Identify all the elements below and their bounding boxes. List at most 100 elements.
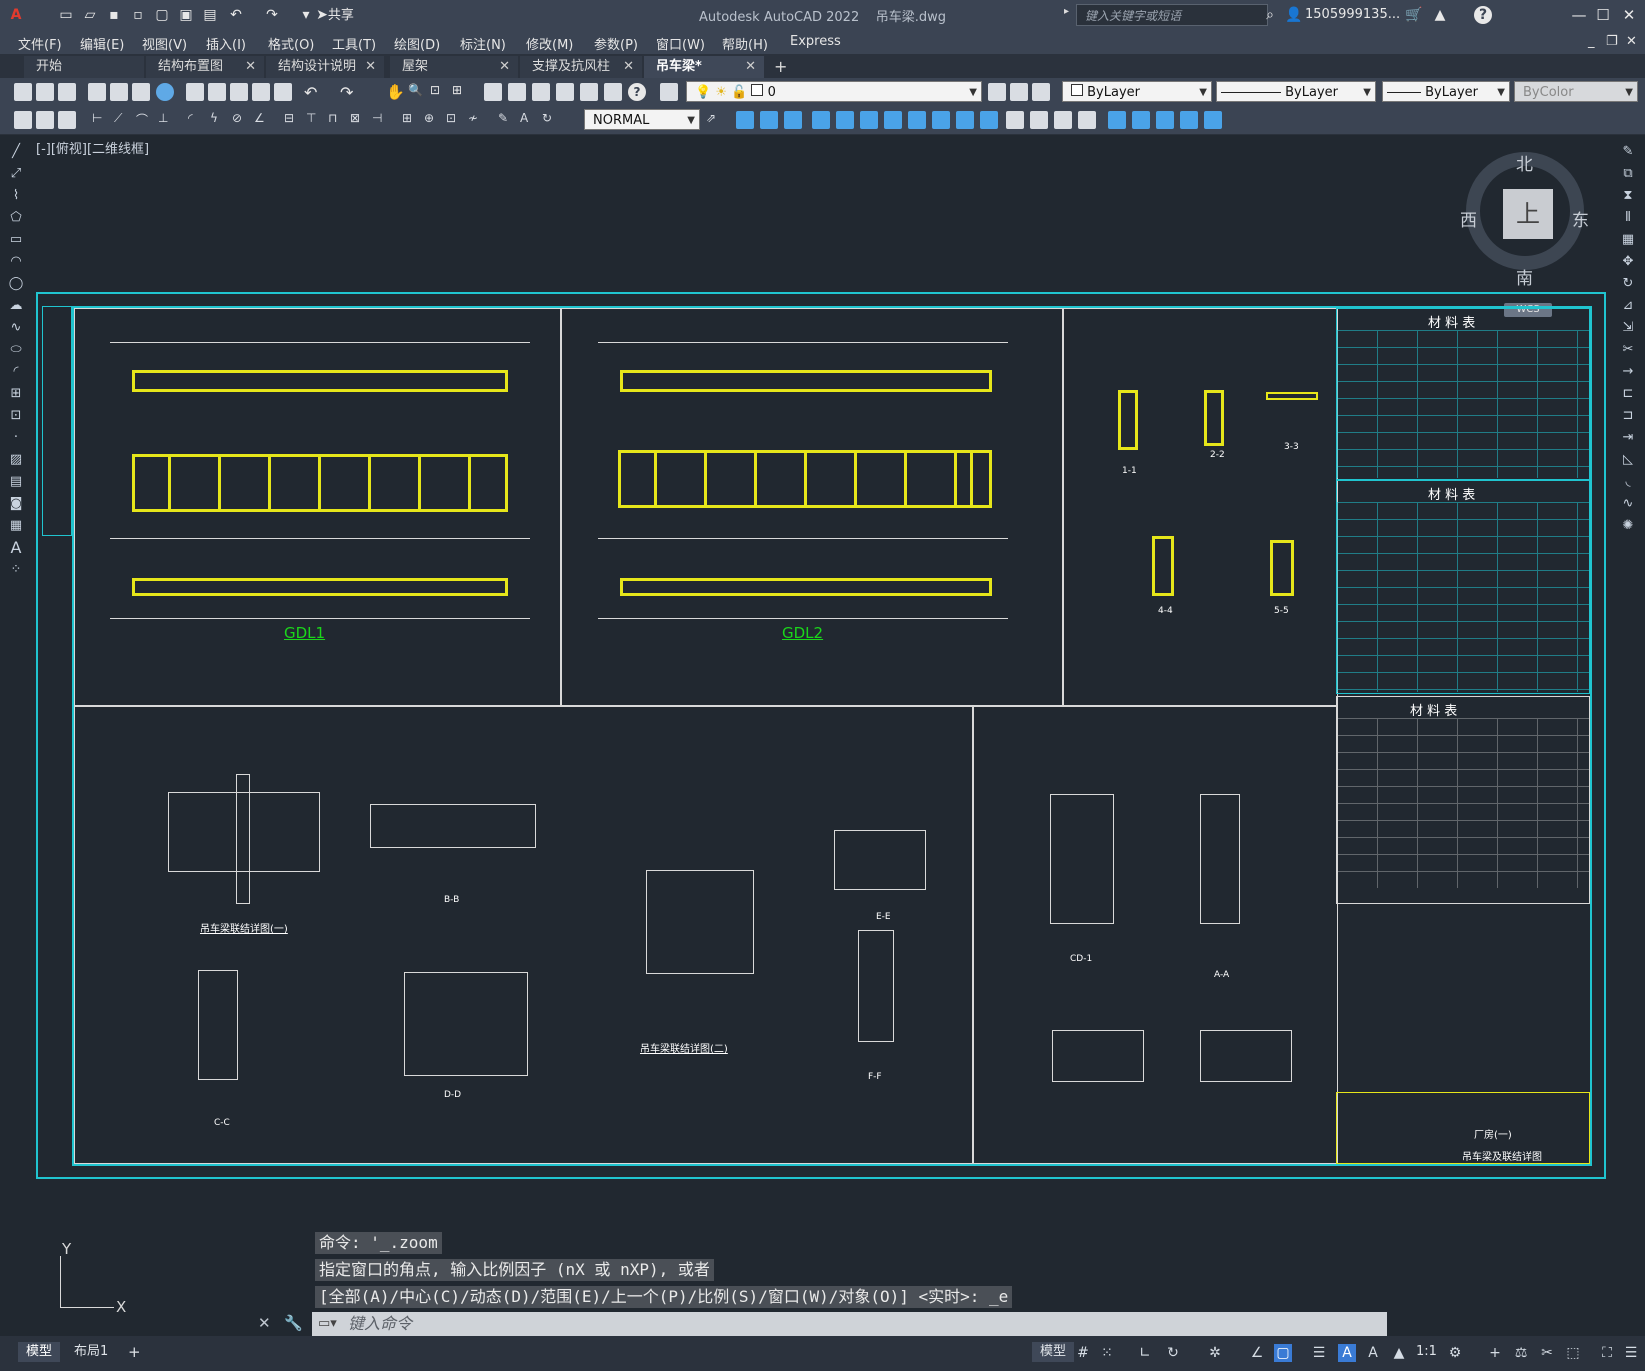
insert-block-icon[interactable]: ⊞ <box>8 386 24 402</box>
pan-icon[interactable]: ✋ <box>386 83 405 101</box>
mtext-icon[interactable]: A <box>8 540 24 556</box>
make-current-icon[interactable] <box>988 83 1006 101</box>
doc-minimize-icon[interactable]: _ <box>1588 34 1595 49</box>
tab-roof-truss[interactable]: 屋架 ✕ <box>390 56 518 78</box>
lineweight-dropdown[interactable]: ByLayer ▼ <box>1382 81 1510 102</box>
free-orbit-icon[interactable] <box>1132 111 1150 129</box>
annotation-scale-icon[interactable]: ▲ <box>1390 1344 1408 1362</box>
lineweight-icon[interactable]: ☰ <box>1310 1344 1328 1362</box>
tool-palettes-icon[interactable] <box>532 83 550 101</box>
blend-icon[interactable]: ∿ <box>1620 496 1636 512</box>
ellipse-icon[interactable]: ⬭ <box>8 342 24 358</box>
realistic-icon[interactable] <box>1078 111 1096 129</box>
ucs-face-icon[interactable] <box>884 111 902 129</box>
ortho-icon[interactable]: ∟ <box>1136 1344 1154 1362</box>
chamfer-icon[interactable]: ◺ <box>1620 452 1636 468</box>
ucs-view-icon[interactable] <box>908 111 926 129</box>
help-icon[interactable]: ? <box>628 83 646 101</box>
dim-space-icon[interactable]: ⊠ <box>350 111 368 129</box>
compass-east[interactable]: 东 <box>1572 206 1589 231</box>
doc-restore-icon[interactable]: ❐ <box>1606 34 1618 49</box>
view-3d-icon[interactable] <box>736 111 754 129</box>
view-front-icon[interactable] <box>784 111 802 129</box>
circle-icon[interactable]: ◯ <box>8 276 24 292</box>
close-tab-icon[interactable]: ✕ <box>245 56 256 78</box>
menu-parametric[interactable]: 参数(P) <box>594 34 638 53</box>
text-style-icon[interactable] <box>14 111 32 129</box>
spline-icon[interactable]: ∿ <box>8 320 24 336</box>
grid-icon[interactable]: # <box>1074 1344 1092 1362</box>
dim-baseline-icon[interactable]: ⊤ <box>306 111 324 129</box>
layer-state-icon[interactable] <box>1032 83 1050 101</box>
snap-icon[interactable]: ⁙ <box>1098 1344 1116 1362</box>
color-dropdown[interactable]: ByLayer ▼ <box>1062 81 1212 102</box>
dim-style-manager-icon[interactable]: ⇗ <box>706 111 724 129</box>
close-tab-icon[interactable]: ✕ <box>623 56 634 78</box>
make-block-icon[interactable]: ⊡ <box>8 408 24 424</box>
scale-dropdown[interactable]: 1:1 <box>1408 1342 1445 1362</box>
explode-icon[interactable]: ✺ <box>1620 518 1636 534</box>
polygon-icon[interactable]: ⬠ <box>8 210 24 226</box>
dimstyle-dropdown[interactable]: NORMAL ▼ <box>584 109 700 130</box>
zoom-window-icon[interactable]: ⊡ <box>430 83 448 101</box>
compass-south[interactable]: 南 <box>1516 264 1533 289</box>
construction-line-icon[interactable]: ⤢ <box>8 166 24 182</box>
gradient-icon[interactable]: ▤ <box>8 474 24 490</box>
hatch-icon[interactable]: ▨ <box>8 452 24 468</box>
extend-icon[interactable]: → <box>1620 364 1636 380</box>
menu-dimension[interactable]: 标注(N) <box>460 34 506 53</box>
ucs-origin-icon[interactable] <box>932 111 950 129</box>
close-tab-icon[interactable]: ✕ <box>365 56 376 78</box>
jogged-linear-icon[interactable]: ≁ <box>468 111 486 129</box>
polar-icon[interactable]: ↻ <box>1164 1344 1182 1362</box>
array-icon[interactable]: ▦ <box>1620 232 1636 248</box>
search-expand-icon[interactable]: ▸ <box>1064 6 1069 17</box>
dim-linear-icon[interactable]: ⊢ <box>92 111 110 129</box>
inspect-icon[interactable]: ⊡ <box>446 111 464 129</box>
compass-west[interactable]: 西 <box>1460 206 1477 231</box>
table-style-icon[interactable] <box>58 111 76 129</box>
doc-close-icon[interactable]: ✕ <box>1626 34 1637 49</box>
close-button[interactable]: ✕ <box>1616 4 1642 26</box>
dim-edit-icon[interactable]: ✎ <box>498 111 516 129</box>
erase-icon[interactable]: ✎ <box>1620 144 1636 160</box>
dim-text-edit-icon[interactable]: A <box>520 111 538 129</box>
fly-icon[interactable] <box>1204 111 1222 129</box>
paste-icon[interactable] <box>230 83 248 101</box>
hardware-acceleration-icon[interactable]: ⬚ <box>1564 1344 1582 1362</box>
point-icon[interactable]: · <box>8 430 24 446</box>
polyline-icon[interactable]: ⌇ <box>8 188 24 204</box>
revcloud-icon[interactable]: ☁ <box>8 298 24 314</box>
model-space-button[interactable]: 模型 <box>1032 1342 1075 1362</box>
zoom-previous-icon[interactable]: ⊞ <box>452 83 470 101</box>
tab-model[interactable]: 模型 <box>18 1342 61 1362</box>
properties-icon[interactable] <box>484 83 502 101</box>
menu-insert[interactable]: 插入(I) <box>206 34 246 53</box>
customization-icon[interactable]: ☰ <box>1622 1344 1640 1362</box>
annotation-monitor-icon[interactable]: + <box>1486 1344 1504 1362</box>
add-layout-button[interactable]: + <box>120 1342 149 1362</box>
cart-icon[interactable]: 🛒 <box>1404 5 1424 25</box>
design-feed-icon[interactable] <box>156 83 174 101</box>
mirror-icon[interactable]: ⧗ <box>1620 188 1636 204</box>
copy-icon[interactable] <box>208 83 226 101</box>
menu-window[interactable]: 窗口(W) <box>656 34 705 53</box>
rectangle-icon[interactable]: ▭ <box>8 232 24 248</box>
qnew-icon[interactable] <box>14 83 32 101</box>
hidden-icon[interactable] <box>1054 111 1072 129</box>
shade-icon[interactable] <box>1030 111 1048 129</box>
menu-edit[interactable]: 编辑(E) <box>80 34 124 53</box>
break-icon[interactable]: ⊐ <box>1620 408 1636 424</box>
quick-dim-icon[interactable]: ⊟ <box>284 111 302 129</box>
linetype-dropdown[interactable]: ByLayer ▼ <box>1216 81 1376 102</box>
tab-structure-layout[interactable]: 结构布置图 ✕ <box>146 56 264 78</box>
viewcube-top-face[interactable]: 上 <box>1503 189 1553 239</box>
fillet-icon[interactable]: ◟ <box>1620 474 1636 490</box>
layer-properties-icon[interactable] <box>660 83 678 101</box>
workspace-gear-icon[interactable]: ⚙ <box>1446 1344 1464 1362</box>
tab-start[interactable]: 开始 <box>24 56 144 78</box>
object-snap-icon[interactable]: ▢ <box>1274 1344 1292 1362</box>
line-icon[interactable]: ╱ <box>8 144 24 160</box>
dim-arc-icon[interactable]: ⌒ <box>136 111 154 129</box>
visual-style-icon[interactable] <box>1006 111 1024 129</box>
